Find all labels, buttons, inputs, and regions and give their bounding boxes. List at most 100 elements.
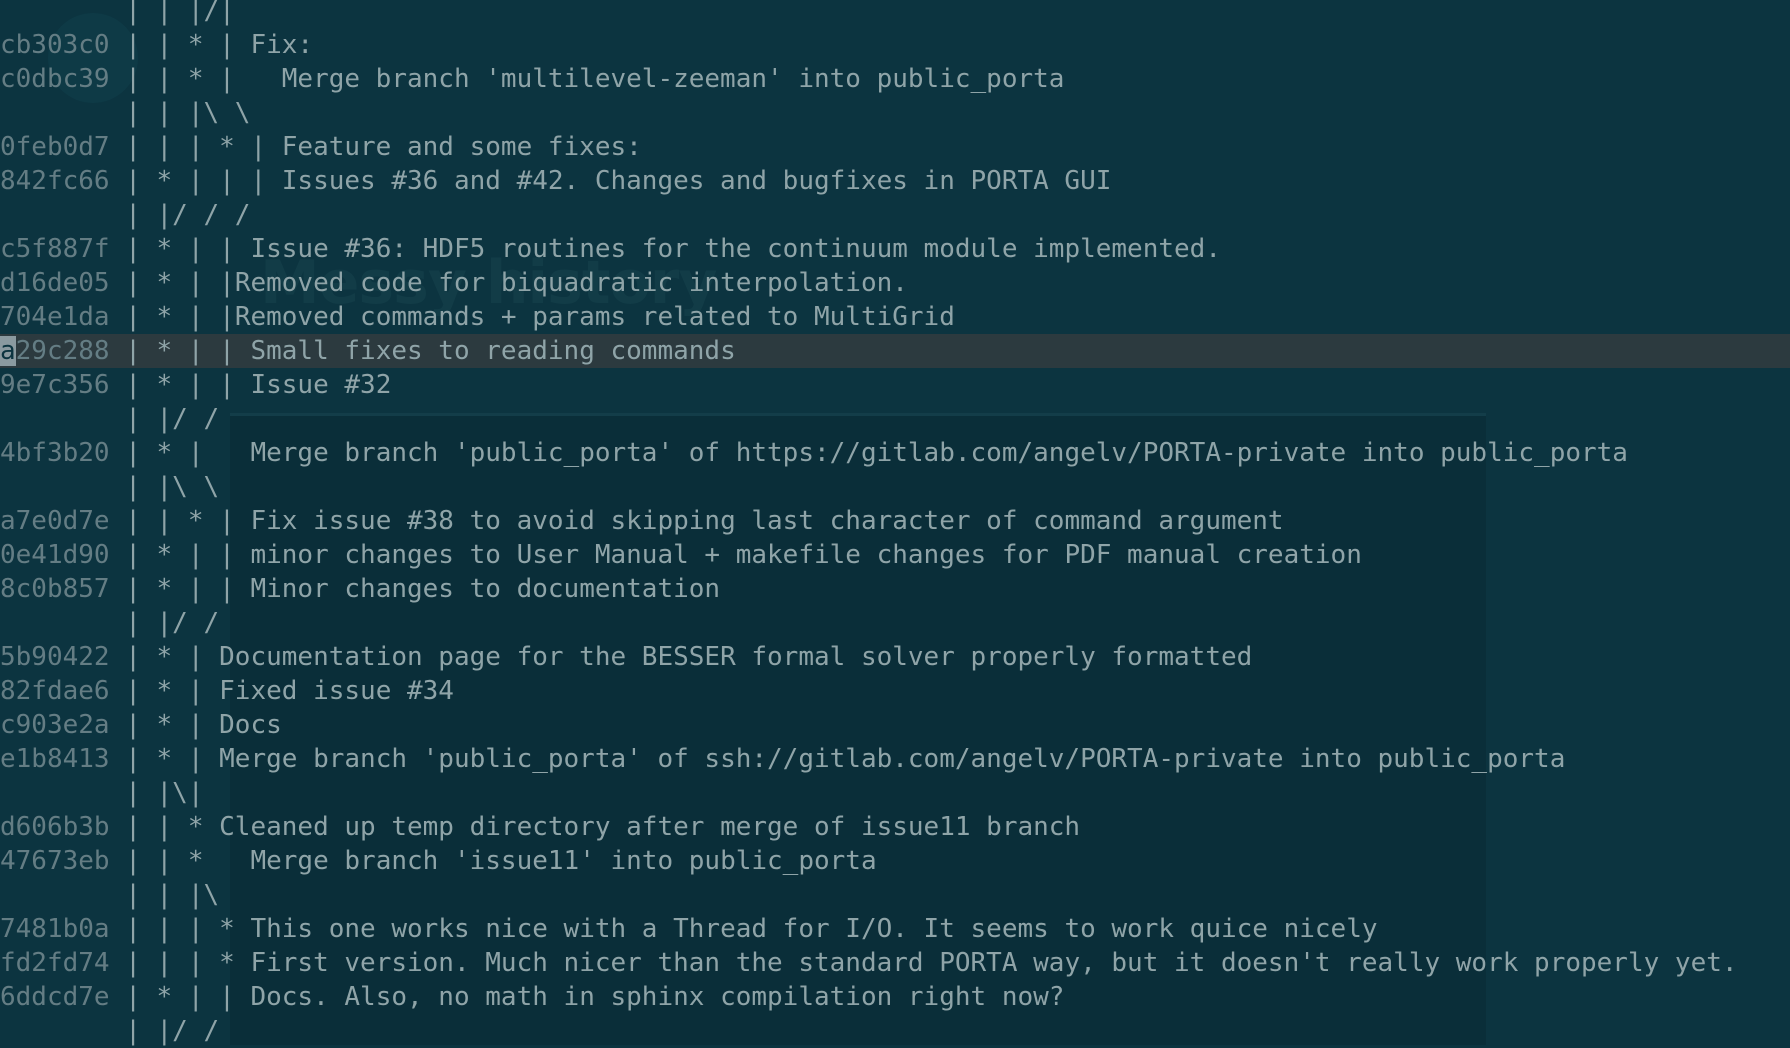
commit-line: 82fdae6 | * | Fixed issue #34 <box>0 674 1790 708</box>
commit-line: 0e41d90 | * | | minor changes to User Ma… <box>0 538 1790 572</box>
commit-hash: 7481b0a <box>0 914 110 944</box>
commit-line: c5f887f | * | | Issue #36: HDF5 routines… <box>0 232 1790 266</box>
graph-line: | |\| <box>0 776 1790 810</box>
commit-line: 6ddcd7e | * | | Docs. Also, no math in s… <box>0 980 1790 1014</box>
commit-hash: c903e2a <box>0 710 110 740</box>
commit-hash: 842fc66 <box>0 166 110 196</box>
commit-message: Removed code for biquadratic interpolati… <box>234 268 908 298</box>
commit-hash: cb303c0 <box>0 30 110 60</box>
graph-art: | | * <box>109 812 220 842</box>
graph-art: | |\| <box>0 778 204 808</box>
commit-line: 4bf3b20 | * | Merge branch 'public_porta… <box>0 436 1790 470</box>
commit-line: c0dbc39 | | * | Merge branch 'multilevel… <box>0 62 1790 96</box>
graph-art: | | * <box>109 846 251 876</box>
graph-line: | |/ / <box>0 1014 1790 1048</box>
commit-message: Removed commands + params related to Mul… <box>234 302 955 332</box>
commit-message: Fix: <box>250 30 314 60</box>
commit-line: 47673eb | | * Merge branch 'issue11' int… <box>0 844 1790 878</box>
graph-line: | |/ / <box>0 402 1790 436</box>
commit-message: Small fixes to reading commands <box>250 336 736 366</box>
commit-message: Cleaned up temp directory after merge of… <box>219 812 1081 842</box>
commit-line: 704e1da | * | |Removed commands + params… <box>0 300 1790 334</box>
graph-art: | |/ / <box>0 404 220 434</box>
commit-line: 842fc66 | * | | | Issues #36 and #42. Ch… <box>0 164 1790 198</box>
commit-hash: 5b90422 <box>0 642 110 672</box>
commit-message: Minor changes to documentation <box>250 574 721 604</box>
commit-hash: 0e41d90 <box>0 540 110 570</box>
commit-message: Issue #36: HDF5 routines for the continu… <box>250 234 1221 264</box>
commit-message: Fix issue #38 to avoid skipping last cha… <box>250 506 1284 536</box>
graph-art: | * | | <box>109 574 251 604</box>
commit-hash: 6ddcd7e <box>0 982 110 1012</box>
commit-line: 0feb0d7 | | | * | Feature and some fixes… <box>0 130 1790 164</box>
graph-art: | | | * <box>109 914 251 944</box>
commit-line: 8c0b857 | * | | Minor changes to documen… <box>0 572 1790 606</box>
graph-art: | * | | <box>109 234 251 264</box>
graph-art: | * | <box>109 744 220 774</box>
commit-hash: 704e1da <box>0 302 110 332</box>
graph-art: | |/ / <box>0 608 220 638</box>
commit-line: d16de05 | * | |Removed code for biquadra… <box>0 266 1790 300</box>
graph-art: | | * | <box>109 30 251 60</box>
graph-line: | | |\ \ <box>0 96 1790 130</box>
graph-line: | |/ / <box>0 606 1790 640</box>
graph-art: | | |/| <box>0 0 235 26</box>
commit-line: a29c288 | * | | Small fixes to reading c… <box>0 334 1790 368</box>
graph-art: | * | | | <box>109 166 282 196</box>
graph-art: | * | | <box>109 268 235 298</box>
commit-message: Merge branch 'public_porta' of ssh://git… <box>219 744 1566 774</box>
commit-message: Merge branch 'public_porta' of https://g… <box>250 438 1628 468</box>
graph-line: | | |/| <box>0 0 1790 28</box>
graph-art: | | | * | <box>109 132 282 162</box>
commit-message: Docs. Also, no math in sphinx compilatio… <box>250 982 1065 1012</box>
graph-art: | | | * <box>109 948 251 978</box>
commit-message: This one works nice with a Thread for I/… <box>250 914 1378 944</box>
graph-art: | * | | <box>109 302 235 332</box>
terminal-window[interactable]: | | |/| cb303c0 | | * | Fix: c0dbc39 | | *… <box>0 0 1790 1046</box>
commit-hash: e1b8413 <box>0 744 110 774</box>
commit-line: fd2fd74 | | | * First version. Much nice… <box>0 946 1790 980</box>
graph-art: | * | | <box>109 982 251 1012</box>
commit-hash: 82fdae6 <box>0 676 110 706</box>
commit-hash: d606b3b <box>0 812 110 842</box>
commit-message: Documentation page for the BESSER formal… <box>219 642 1253 672</box>
text-cursor: a <box>0 336 16 366</box>
commit-line: cb303c0 | | * | Fix: <box>0 28 1790 62</box>
commit-hash: c0dbc39 <box>0 64 110 94</box>
graph-art: | * | | <box>109 370 251 400</box>
graph-art: | | * | <box>109 506 251 536</box>
commit-message: minor changes to User Manual + makefile … <box>250 540 1362 570</box>
commit-line: 5b90422 | * | Documentation page for the… <box>0 640 1790 674</box>
commit-message: Feature and some fixes: <box>281 132 642 162</box>
graph-art: | * | <box>109 710 220 740</box>
commit-message: Merge branch 'issue11' into public_porta <box>250 846 877 876</box>
commit-message: Fixed issue #34 <box>219 676 454 706</box>
commit-line: 9e7c356 | * | | Issue #32 <box>0 368 1790 402</box>
commit-line: 7481b0a | | | * This one works nice with… <box>0 912 1790 946</box>
graph-art: | | |\ \ <box>0 98 251 128</box>
commit-message: Issue #32 <box>250 370 392 400</box>
graph-art: | |/ / / <box>0 200 251 230</box>
commit-hash: c5f887f <box>0 234 110 264</box>
graph-line: | | |\ <box>0 878 1790 912</box>
commit-hash: a7e0d7e <box>0 506 110 536</box>
commit-hash: 47673eb <box>0 846 110 876</box>
commit-hash: 9e7c356 <box>0 370 110 400</box>
commit-hash: d16de05 <box>0 268 110 298</box>
commit-message: Merge branch 'multilevel-zeeman' into pu… <box>281 64 1065 94</box>
commit-hash: 8c0b857 <box>0 574 110 604</box>
graph-art: | * | <box>109 642 220 672</box>
commit-line: a7e0d7e | | * | Fix issue #38 to avoid s… <box>0 504 1790 538</box>
graph-art: | * | <box>109 438 251 468</box>
commit-line: d606b3b | | * Cleaned up temp directory … <box>0 810 1790 844</box>
commit-hash: a29c288 <box>0 336 110 366</box>
graph-art: | | * | <box>109 64 282 94</box>
graph-line: | |\ \ <box>0 470 1790 504</box>
graph-art: | |\ \ <box>0 472 220 502</box>
commit-message: Issues #36 and #42. Changes and bugfixes… <box>281 166 1112 196</box>
graph-art: | * | | <box>109 540 251 570</box>
commit-line: c903e2a | * | Docs <box>0 708 1790 742</box>
graph-art: | | |\ <box>0 880 220 910</box>
commit-hash: 0feb0d7 <box>0 132 110 162</box>
commit-message: First version. Much nicer than the stand… <box>250 948 1738 978</box>
